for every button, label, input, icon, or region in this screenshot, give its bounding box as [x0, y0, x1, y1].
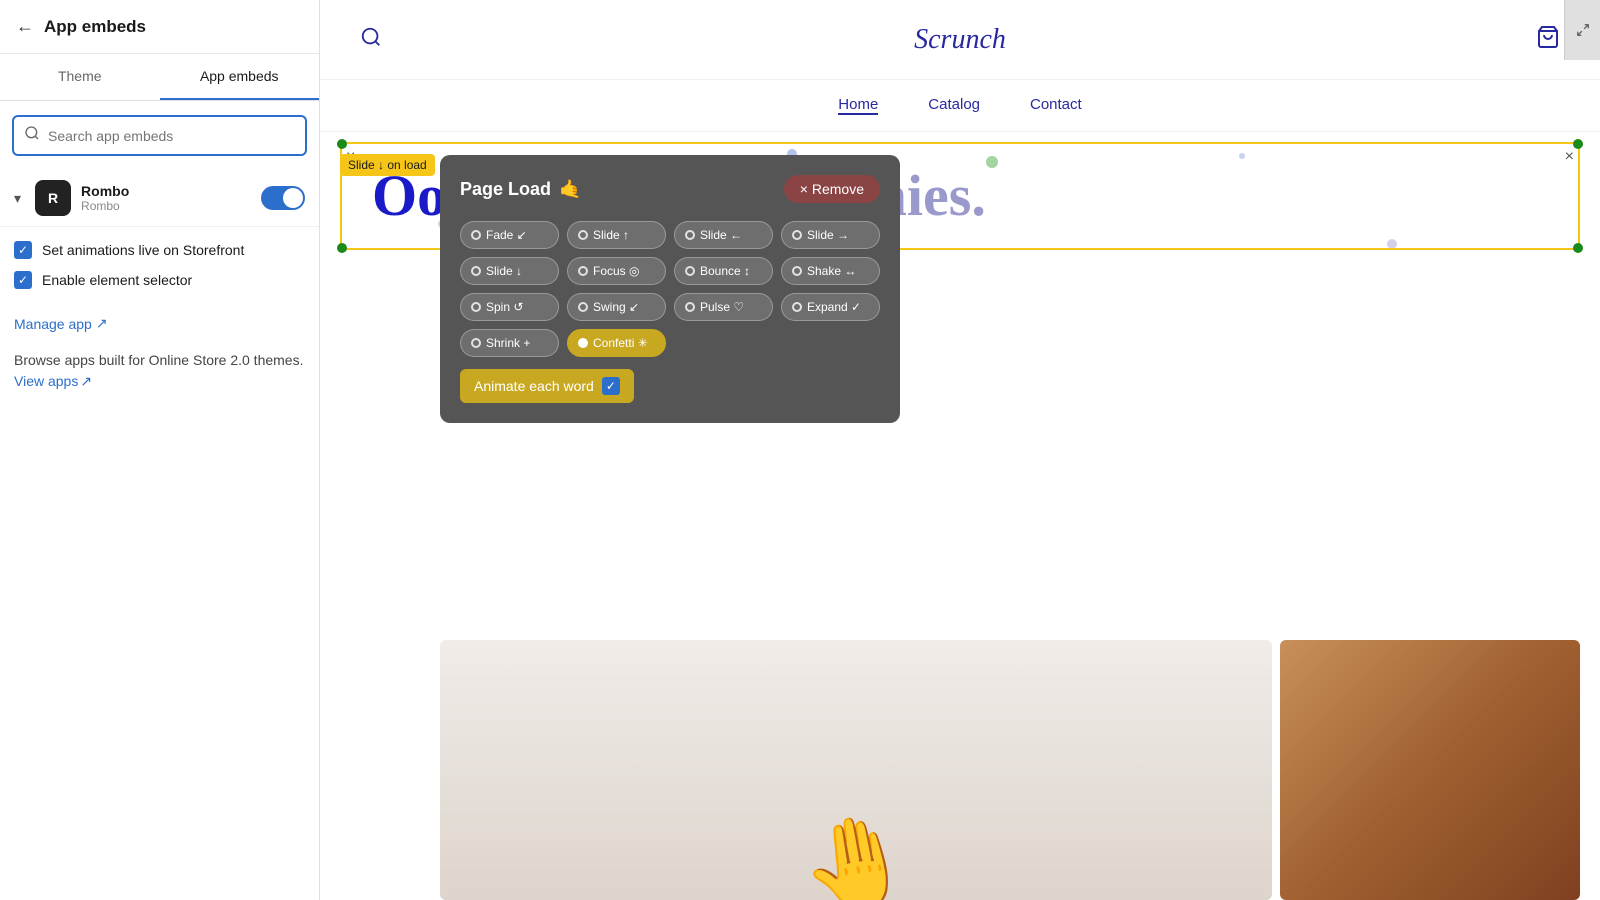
nav-link-contact[interactable]: Contact — [1030, 96, 1082, 115]
radio-expand — [792, 302, 802, 312]
animate-each-word-row: Animate each word ✓ — [460, 369, 880, 403]
radio-slide-right — [792, 230, 802, 240]
enable-selector-label: Enable element selector — [42, 272, 192, 288]
hero-corner-dot-bl — [337, 243, 347, 253]
store-nav-links: Home Catalog Contact — [320, 80, 1600, 132]
tab-app-embeds[interactable]: App embeds — [160, 54, 320, 100]
radio-bounce — [685, 266, 695, 276]
anim-expand[interactable]: Expand ✓ — [781, 293, 880, 321]
expand-button[interactable] — [1564, 0, 1600, 60]
set-animations-checkbox-row[interactable]: ✓ Set animations live on Storefront — [14, 241, 305, 259]
anim-focus[interactable]: Focus ◎ — [567, 257, 666, 285]
radio-spin — [471, 302, 481, 312]
back-button[interactable]: ← — [16, 16, 34, 37]
radio-shake — [792, 266, 802, 276]
animate-each-word-checkbox[interactable]: ✓ — [602, 377, 620, 395]
anim-slide-left[interactable]: Slide ← — [674, 221, 773, 249]
hand-emoji: 🤚 — [793, 811, 919, 900]
anim-slide-right[interactable]: Slide → — [781, 221, 880, 249]
anim-shrink[interactable]: Shrink + — [460, 329, 559, 357]
popup-header: Page Load 🤙 × Remove — [460, 175, 880, 203]
store-search-icon[interactable] — [360, 26, 382, 54]
manage-app-link[interactable]: Manage app ↗ — [14, 315, 305, 332]
nav-link-home[interactable]: Home — [838, 96, 878, 115]
anim-spin[interactable]: Spin ↺ — [460, 293, 559, 321]
rombo-icon: R — [35, 180, 71, 216]
hero-corner-dot-tr — [1573, 139, 1583, 149]
set-animations-checkbox[interactable]: ✓ — [14, 241, 32, 259]
radio-fade — [471, 230, 481, 240]
popup-title-emoji: 🤙 — [559, 179, 581, 200]
browse-section: Browse apps built for Online Store 2.0 t… — [0, 350, 319, 392]
anim-pulse[interactable]: Pulse ♡ — [674, 293, 773, 321]
main-area: Scrunch Home Catalog Contact × × — [320, 0, 1600, 900]
store-nav: Scrunch — [320, 0, 1600, 80]
radio-slide-up — [578, 230, 588, 240]
checkboxes-section: ✓ Set animations live on Storefront ✓ En… — [0, 227, 319, 315]
tab-theme[interactable]: Theme — [0, 54, 160, 100]
animation-options: Fade ↙ Slide ↑ Slide ← Slide → Slide ↓ — [460, 221, 880, 357]
bottom-images: 🤚 — [440, 640, 1600, 900]
manage-link-container: Manage app ↗ — [0, 315, 319, 332]
nav-link-catalog[interactable]: Catalog — [928, 96, 980, 115]
radio-swing — [578, 302, 588, 312]
external-link-icon: ↗ — [96, 315, 108, 332]
browse-text: Browse apps built for Online Store 2.0 t… — [14, 350, 305, 392]
store-logo: Scrunch — [914, 24, 1006, 56]
rombo-toggle[interactable] — [261, 186, 305, 210]
radio-slide-left — [685, 230, 695, 240]
view-apps-link[interactable]: View apps ↗ — [14, 371, 92, 392]
radio-focus — [578, 266, 588, 276]
sidebar-tabs: Theme App embeds — [0, 54, 319, 101]
chevron-down-icon[interactable]: ▾ — [14, 190, 21, 207]
page-load-popup: Page Load 🤙 × Remove Fade ↙ Slide ↑ Slid… — [440, 155, 900, 423]
enable-selector-checkbox-row[interactable]: ✓ Enable element selector — [14, 271, 305, 289]
rombo-row: ▾ R Rombo Rombo — [0, 170, 319, 227]
radio-shrink — [471, 338, 481, 348]
sidebar: ← App embeds Theme App embeds ▾ R Rombo … — [0, 0, 320, 900]
anim-confetti[interactable]: Confetti ✳ — [567, 329, 666, 357]
anim-bounce[interactable]: Bounce ↕ — [674, 257, 773, 285]
slide-label: Slide ↓ on load — [340, 154, 435, 176]
rombo-name: Rombo — [81, 183, 251, 199]
hero-corner-dot-br — [1573, 243, 1583, 253]
enable-selector-checkbox[interactable]: ✓ — [14, 271, 32, 289]
remove-button[interactable]: × Remove — [784, 175, 880, 203]
set-animations-label: Set animations live on Storefront — [42, 242, 244, 258]
search-icon — [24, 125, 40, 146]
animate-each-word-container: Animate each word ✓ — [460, 369, 634, 403]
rombo-sub: Rombo — [81, 199, 251, 213]
popup-title: Page Load 🤙 — [460, 179, 581, 200]
anim-fade[interactable]: Fade ↙ — [460, 221, 559, 249]
search-input[interactable] — [48, 128, 295, 144]
corner-x-tr: × — [1565, 148, 1574, 166]
radio-pulse — [685, 302, 695, 312]
scrunchies-image — [1280, 640, 1580, 900]
rombo-info: Rombo Rombo — [81, 183, 251, 213]
sidebar-title: App embeds — [44, 17, 146, 37]
search-box — [12, 115, 307, 156]
storefront-preview: Scrunch Home Catalog Contact × × — [320, 0, 1600, 900]
anim-shake[interactable]: Shake ↔ — [781, 257, 880, 285]
anim-slide-up[interactable]: Slide ↑ — [567, 221, 666, 249]
animate-each-word-label: Animate each word — [474, 378, 594, 394]
anim-swing[interactable]: Swing ↙ — [567, 293, 666, 321]
external-link-icon-2: ↗ — [80, 371, 92, 392]
sidebar-header: ← App embeds — [0, 0, 319, 54]
anim-slide-down[interactable]: Slide ↓ — [460, 257, 559, 285]
hand-image: 🤚 — [440, 640, 1272, 900]
radio-confetti — [578, 338, 588, 348]
store-cart-icon[interactable] — [1536, 25, 1560, 55]
radio-slide-down — [471, 266, 481, 276]
